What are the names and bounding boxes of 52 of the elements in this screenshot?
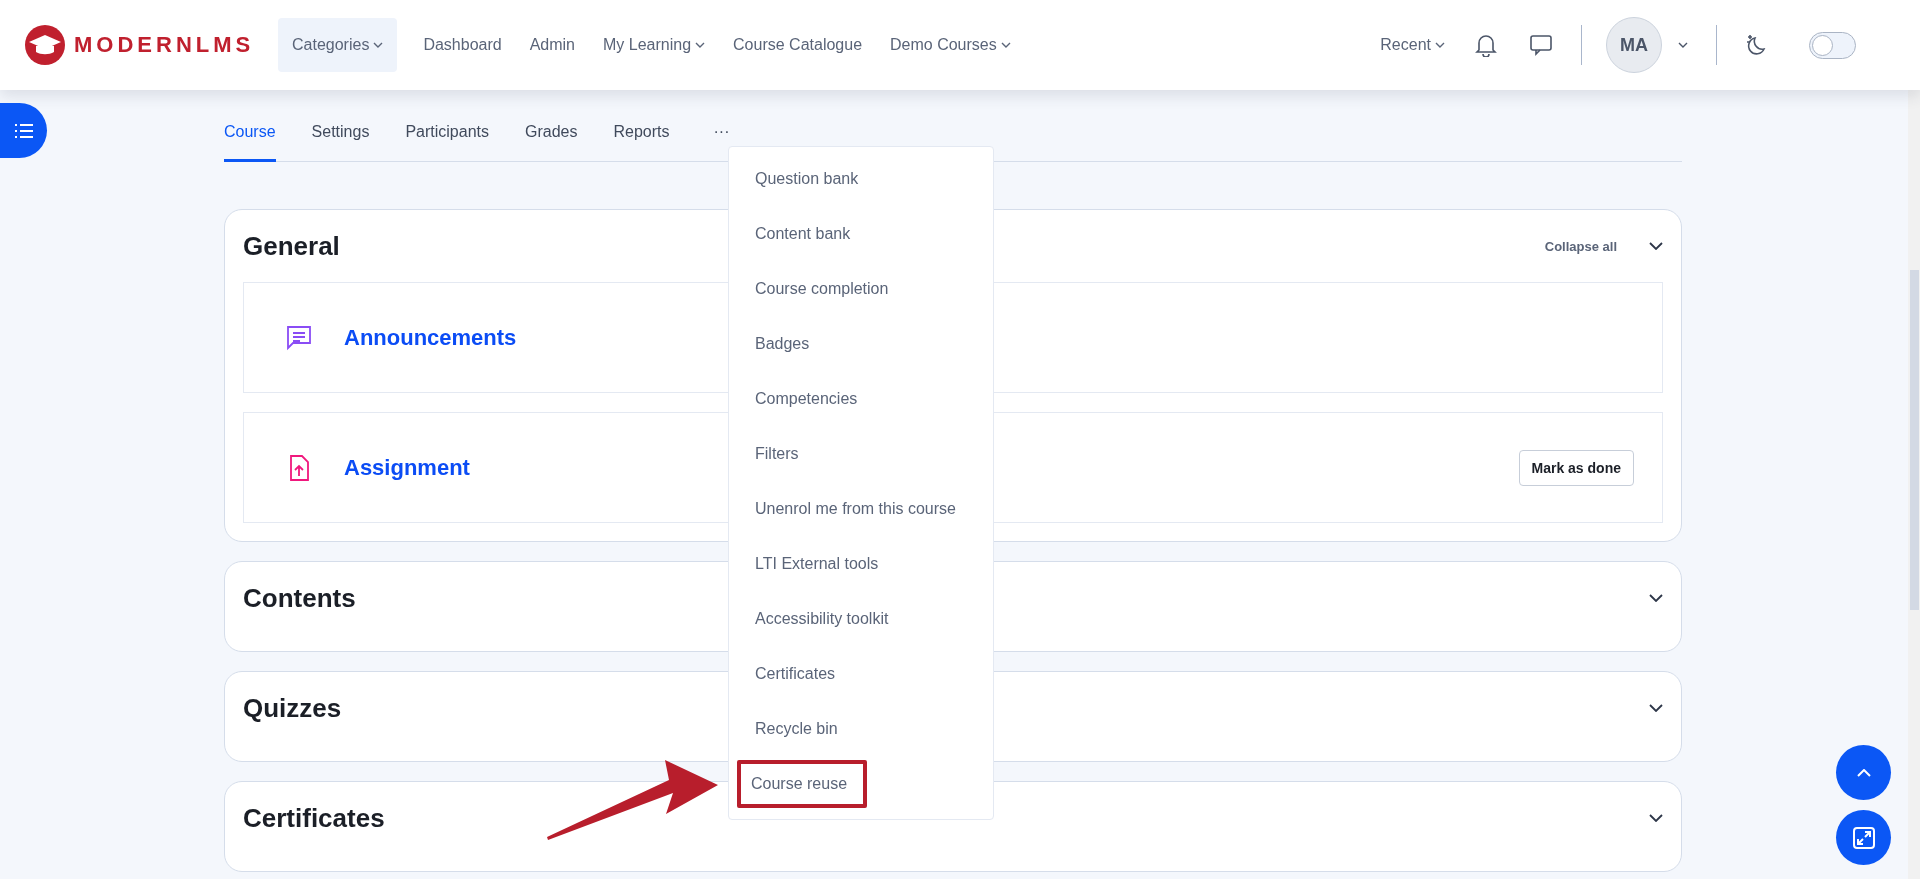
chevron-down-icon (1435, 42, 1445, 48)
graduation-cap-logo-icon (24, 24, 66, 66)
logo-wordmark: MODERNLMS (74, 32, 255, 58)
menu-item[interactable]: Filters (729, 426, 993, 481)
message-icon[interactable] (1529, 34, 1553, 56)
scroll-to-top-button[interactable] (1836, 745, 1891, 800)
menu-item[interactable]: Question bank (729, 151, 993, 206)
menu-item[interactable]: LTI External tools (729, 536, 993, 591)
chevron-down-icon[interactable] (1649, 242, 1663, 250)
chevron-down-icon[interactable] (1649, 704, 1663, 712)
section-title: Contents (243, 582, 356, 614)
collapse-all-link[interactable]: Collapse all (1544, 238, 1617, 254)
user-avatar[interactable]: MA (1606, 17, 1662, 73)
nav-link[interactable]: Demo Courses (876, 18, 1025, 72)
annotated-menu-item[interactable]: Course reuse (729, 756, 993, 811)
list-icon (13, 122, 34, 139)
scrollbar[interactable] (1908, 90, 1920, 879)
activity-link[interactable]: Announcements (344, 324, 517, 351)
section-title: General (243, 230, 340, 262)
menu-item[interactable]: Recycle bin (729, 701, 993, 756)
course-tab[interactable]: Settings (311, 123, 370, 162)
nav-link[interactable]: Dashboard (409, 18, 516, 72)
nav-link[interactable]: Course Catalogue (719, 18, 877, 72)
menu-item[interactable]: Competencies (729, 371, 993, 426)
theme-toggle-switch[interactable] (1809, 31, 1856, 59)
mark-as-done-button[interactable]: Mark as done (1518, 449, 1634, 486)
menu-item[interactable]: Unenrol me from this course (729, 481, 993, 536)
section-title: Quizzes (243, 692, 342, 724)
fullscreen-button[interactable] (1836, 810, 1891, 865)
activity-link[interactable]: Assignment (344, 454, 470, 481)
sidebar-menu-button[interactable] (0, 103, 47, 158)
nav-link[interactable]: Admin (515, 18, 589, 72)
section-title: Certificates (243, 802, 385, 834)
menu-item[interactable]: Course completion (729, 261, 993, 316)
recent-menu[interactable]: Recent (1366, 18, 1459, 72)
menu-item[interactable]: Certificates (729, 646, 993, 701)
course-tab[interactable]: Course (224, 123, 276, 162)
chevron-up-icon (1856, 768, 1871, 777)
course-tab[interactable]: ··· (713, 123, 730, 162)
course-tab[interactable]: Reports (613, 123, 670, 162)
course-tab[interactable]: Participants (405, 123, 489, 162)
menu-item[interactable]: Badges (729, 316, 993, 371)
menu-item[interactable]: Content bank (729, 206, 993, 261)
course-tab[interactable]: Grades (525, 123, 578, 162)
nav-link[interactable]: My Learning (589, 18, 720, 72)
expand-icon (1851, 825, 1876, 850)
chevron-down-icon[interactable] (1649, 814, 1663, 822)
menu-item[interactable]: Accessibility toolkit (729, 591, 993, 646)
nav-link[interactable]: Categories (278, 18, 398, 72)
chevron-down-icon[interactable] (1649, 594, 1663, 602)
notification-bell-icon[interactable] (1475, 33, 1497, 57)
chevron-down-icon[interactable] (1678, 42, 1688, 48)
